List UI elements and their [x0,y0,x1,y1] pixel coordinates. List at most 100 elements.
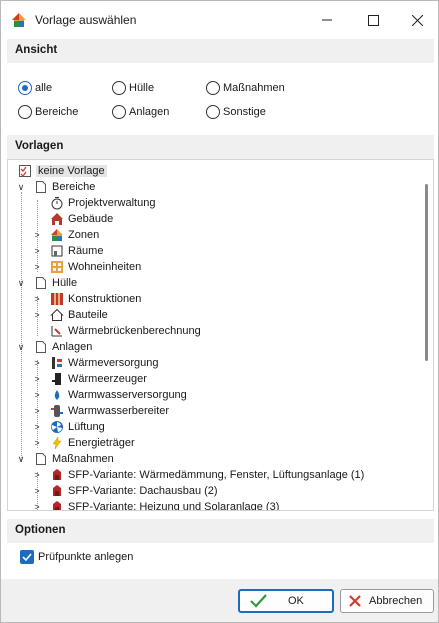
section-header-optionen: Optionen [7,519,434,543]
expand-icon[interactable]: > [32,227,42,243]
tree-item-label: Wärmebrückenberechnung [68,325,201,337]
water-drop-icon [50,388,64,402]
fan-icon [50,420,64,434]
tree-item-raeume[interactable]: Räume [50,243,103,259]
expand-icon[interactable]: > [32,291,42,307]
tree-item-label: Räume [68,245,104,257]
radio-label: Bereiche [35,106,79,118]
document-icon [34,180,48,194]
window-title: Vorlage auswählen [35,13,137,27]
title-bar: Vorlage auswählen [1,1,438,39]
tree-item-waermeerzeuger[interactable]: Wärmeerzeuger [50,371,147,387]
close-icon [411,14,423,26]
expand-icon[interactable]: > [32,355,42,371]
tree-item-warmwasserversorgung[interactable]: Warmwasserversorgung [50,387,187,403]
collapse-icon[interactable]: ∨ [16,451,26,467]
radio-huelle[interactable]: Hülle [112,81,154,95]
collapse-icon[interactable]: ∨ [16,179,26,195]
tree-item-gebaeude[interactable]: Gebäude [50,211,113,227]
radio-indicator [112,81,126,95]
tree-item-label: Warmwasserbereiter [68,405,170,417]
checklist-icon [18,164,32,178]
tree-item-label: Projektverwaltung [68,197,156,209]
radio-bereiche[interactable]: Bereiche [18,105,78,119]
tree-item-wohneinheiten[interactable]: Wohneinheiten [50,259,141,275]
expand-icon[interactable]: > [32,403,42,419]
maximize-button[interactable] [350,1,396,39]
tree-item-massnahmen[interactable]: Maßnahmen [34,451,114,467]
tree-item-label: Anlagen [52,341,93,353]
tree-item-label: Lüftung [68,421,105,433]
cross-icon [349,595,361,607]
expand-icon[interactable]: > [32,499,42,510]
ok-button[interactable]: OK [238,589,334,613]
tree-item-warmwasserbereiter[interactable]: Warmwasserbereiter [50,403,169,419]
app-house-icon [12,13,26,27]
tree-item-waermebrueckenberechnung[interactable]: Wärmebrückenberechnung [50,323,201,339]
minimize-icon [322,19,332,21]
apartment-icon [50,260,64,274]
pruefpunkte-checkbox[interactable] [20,550,34,564]
tree-item-label: Wärmeerzeuger [68,373,147,385]
water-heater-icon [50,404,64,418]
document-icon [34,452,48,466]
expand-icon[interactable]: > [32,483,42,499]
expand-icon[interactable]: > [32,259,42,275]
collapse-icon[interactable]: ∨ [16,339,26,355]
tree-item-waermeversorgung[interactable]: Wärmeversorgung [50,355,158,371]
tree-item-sfp-variante-3[interactable]: SFP-Variante: Heizung und Solaranlage (3… [50,499,280,511]
tree-item-label: Energieträger [68,437,135,449]
tree-item-konstruktionen[interactable]: Konstruktionen [50,291,141,307]
tree-item-label: Zonen [68,229,100,241]
tree-item-label: Wärmeversorgung [68,357,159,369]
cancel-button[interactable]: Abbrechen [340,589,434,613]
thermal-bridge-icon [50,324,64,338]
tree-item-anlagen[interactable]: Anlagen [34,339,92,355]
section-header-vorlagen: Vorlagen [7,135,434,159]
tree-item-keine-vorlage[interactable]: keine Vorlage [18,163,107,179]
close-window-button[interactable] [394,1,439,39]
tree-item-zonen[interactable]: Zonen [50,227,99,243]
tree-item-projektverwaltung[interactable]: Projektverwaltung [50,195,155,211]
section-header-ansicht: Ansicht [7,39,434,63]
expand-icon[interactable]: > [32,243,42,259]
expand-icon[interactable]: > [32,387,42,403]
tree-item-lueftung[interactable]: Lüftung [50,419,105,435]
tree-item-energietraeger[interactable]: Energieträger [50,435,135,451]
tree-scrollbar[interactable] [425,184,428,361]
radio-massnahmen[interactable]: Maßnahmen [206,81,285,95]
radio-indicator [18,81,32,95]
tree-item-label: Warmwasserversorgung [68,389,187,401]
tree-item-sfp-variante-2[interactable]: SFP-Variante: Dachausbau (2) [50,483,218,499]
tree-item-bauteile[interactable]: Bauteile [50,307,108,323]
radio-indicator [112,105,126,119]
expand-icon[interactable]: > [32,419,42,435]
minimize-button[interactable] [304,1,350,39]
check-icon [250,594,267,608]
radio-anlagen[interactable]: Anlagen [112,105,169,119]
wall-icon [50,292,64,306]
expand-icon[interactable]: > [32,467,42,483]
tree-item-label: keine Vorlage [36,165,107,177]
radio-sonstige[interactable]: Sonstige [206,105,266,119]
radio-label: Sonstige [223,106,266,118]
radio-alle[interactable]: alle [18,81,52,95]
radio-label: Hülle [129,82,155,94]
document-icon [34,276,48,290]
tree-item-sfp-variante-1[interactable]: SFP-Variante: Wärmedämmung, Fenster, Lüf… [50,467,364,483]
tree-item-label: Bauteile [68,309,108,321]
ansicht-panel: alle Hülle Maßnahmen Bereiche Anlagen So… [7,63,434,130]
expand-icon[interactable]: > [32,371,42,387]
expand-icon[interactable]: > [32,435,42,451]
document-icon [34,340,48,354]
tree-item-huelle[interactable]: Hülle [34,275,77,291]
dialog-window: Vorlage auswählen Ansicht alle Hülle Maß… [0,0,439,623]
expand-icon[interactable]: > [32,307,42,323]
tree-item-bereiche[interactable]: Bereiche [34,179,95,195]
tree-item-label: Wohneinheiten [68,261,142,273]
tree-item-label: SFP-Variante: Heizung und Solaranlage (3… [68,501,280,511]
tree-item-label: Gebäude [68,213,114,225]
template-tree[interactable]: keine Vorlage ∨ Bereiche Projektverwaltu… [7,159,434,511]
measure-icon [50,484,64,498]
collapse-icon[interactable]: ∨ [16,275,26,291]
